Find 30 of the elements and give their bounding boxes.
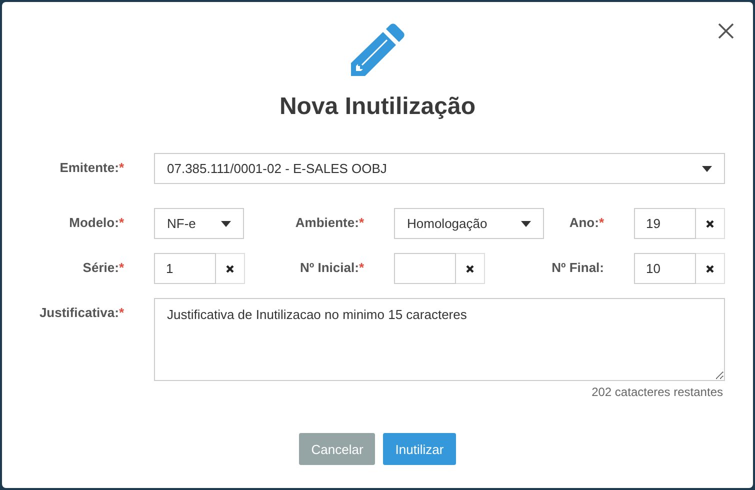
caret-icon <box>521 220 531 226</box>
input-field[interactable] <box>394 253 456 284</box>
clear-icon <box>706 264 714 272</box>
clear-button[interactable] <box>696 253 725 284</box>
clear-button[interactable] <box>216 253 245 284</box>
field-label: Emitente:* <box>58 159 124 175</box>
select-field[interactable]: 07.385.111/0001-02 - E-SALES OOBJ <box>154 153 725 184</box>
pencil-icon <box>350 22 406 79</box>
input-field[interactable]: 19 <box>634 208 696 239</box>
field-label: Nº Inicial:* <box>299 259 364 275</box>
field-label: Justificativa:* <box>38 304 124 320</box>
dialog-title: Nova Inutilização <box>279 93 476 121</box>
select-field[interactable]: NF-e <box>154 208 244 239</box>
select-field[interactable]: Homologação <box>394 208 544 239</box>
field-label: Nº Final: <box>550 259 604 275</box>
clear-button[interactable] <box>696 208 725 239</box>
input-field[interactable]: 1 <box>154 253 216 284</box>
caret-icon <box>221 220 231 226</box>
input-field[interactable]: 10 <box>634 253 696 284</box>
field-label: Ano:* <box>568 214 604 230</box>
field-label: Série:* <box>82 259 124 275</box>
clear-button[interactable] <box>456 253 485 284</box>
field-label: Modelo:* <box>68 214 124 230</box>
field-label: Ambiente:* <box>294 214 364 230</box>
character-counter: 202 catacteres restantes <box>592 385 723 399</box>
caret-icon <box>702 166 712 172</box>
clear-icon <box>226 264 234 272</box>
clear-icon <box>466 264 474 272</box>
clear-icon <box>706 220 714 228</box>
justification-field[interactable]: Justificativa de Inutilizacao no minimo 15 caracteres <box>154 298 725 381</box>
